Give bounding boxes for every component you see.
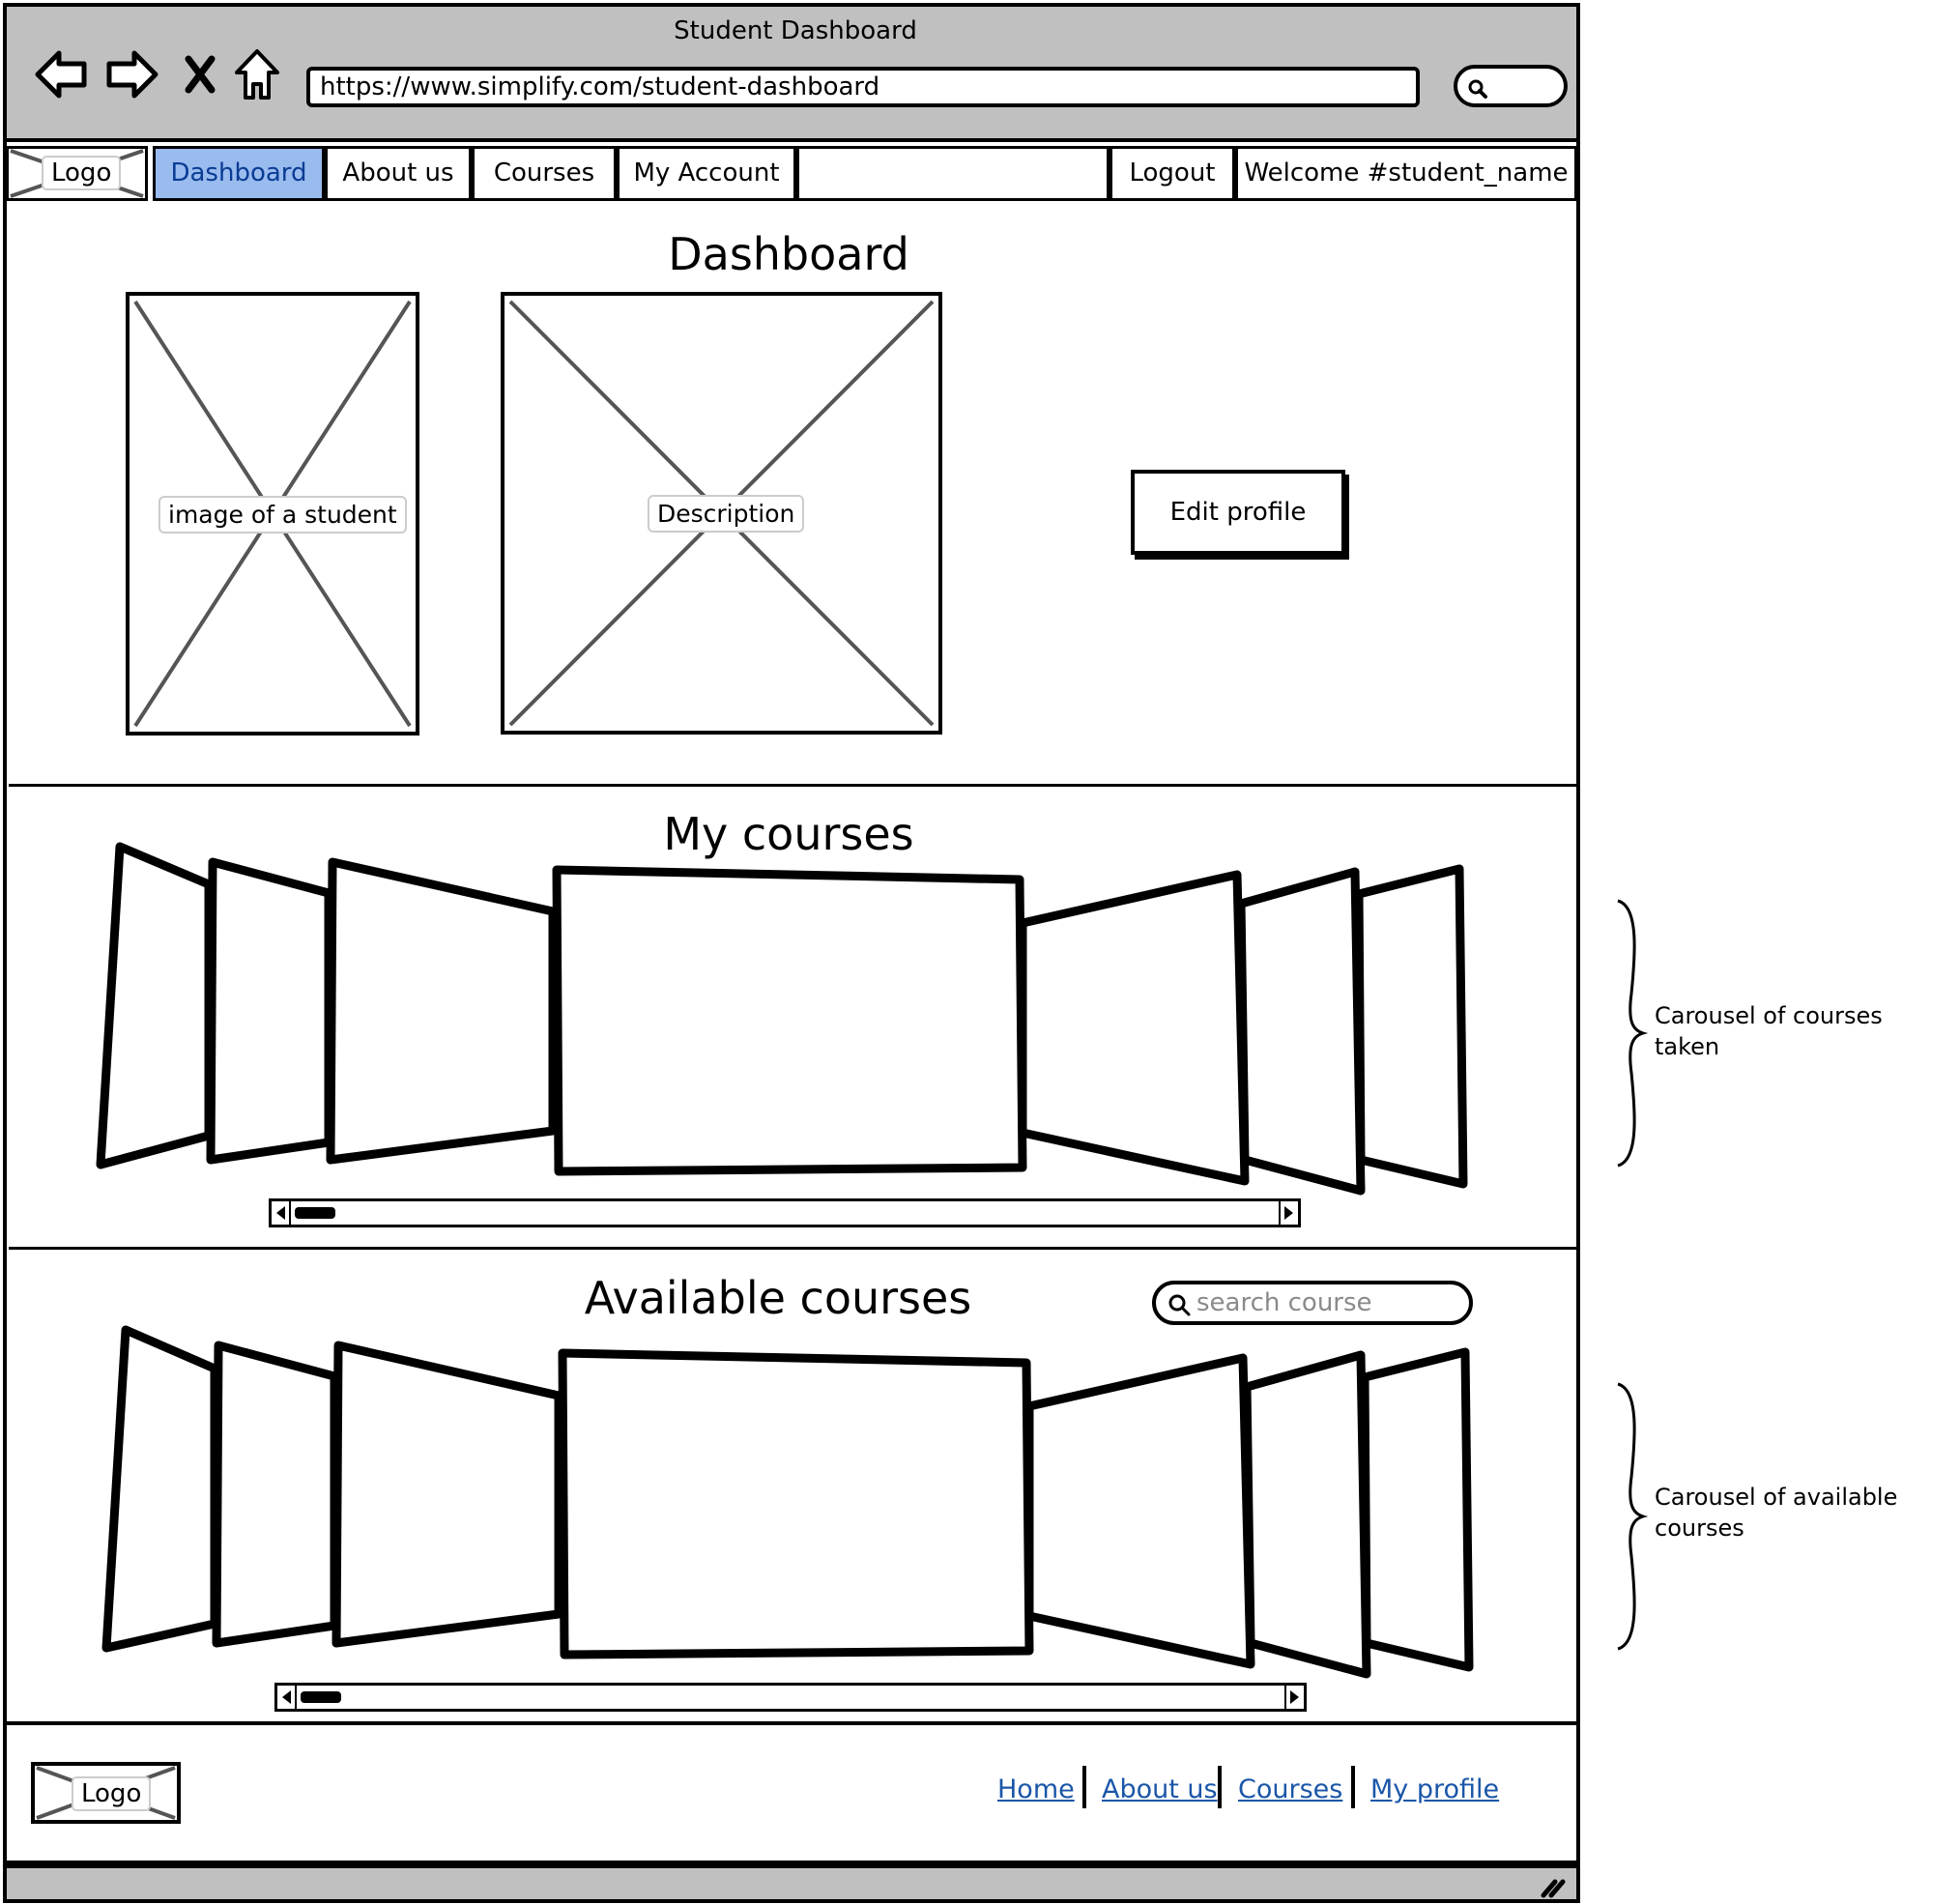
scroll-left-icon[interactable] xyxy=(277,1686,297,1709)
available-courses-carousel[interactable] xyxy=(0,0,1585,1885)
scrollbar-thumb[interactable] xyxy=(301,1691,341,1703)
course-card xyxy=(1242,1350,1371,1679)
status-bar xyxy=(3,1864,1580,1903)
course-card xyxy=(1360,1347,1474,1672)
footer-separator xyxy=(1218,1766,1222,1808)
footer-separator xyxy=(1351,1766,1355,1808)
footer-separator xyxy=(1082,1766,1086,1808)
course-card xyxy=(212,1341,339,1648)
resize-grip-icon[interactable] xyxy=(1540,1874,1569,1898)
my-courses-note: Carousel of courses taken xyxy=(1655,1002,1883,1060)
footer-link-courses[interactable]: Courses xyxy=(1238,1774,1342,1804)
course-card xyxy=(1024,1353,1255,1669)
course-card xyxy=(558,1348,1034,1659)
footer xyxy=(3,1721,1580,1864)
footer-logo-label: Logo xyxy=(72,1776,152,1811)
brace-icon xyxy=(1617,1382,1649,1651)
scroll-right-icon[interactable] xyxy=(1284,1686,1304,1709)
brace-icon xyxy=(1617,899,1649,1168)
course-card xyxy=(101,1325,219,1653)
footer-link-home[interactable]: Home xyxy=(997,1774,1075,1804)
course-card xyxy=(331,1341,563,1648)
footer-link-my-profile[interactable]: My profile xyxy=(1370,1774,1499,1804)
available-courses-scrollbar[interactable] xyxy=(274,1683,1307,1712)
footer-link-about-us[interactable]: About us xyxy=(1102,1774,1218,1804)
available-courses-note: Carousel of available courses xyxy=(1655,1484,1898,1542)
footer-logo[interactable]: Logo xyxy=(31,1762,181,1824)
